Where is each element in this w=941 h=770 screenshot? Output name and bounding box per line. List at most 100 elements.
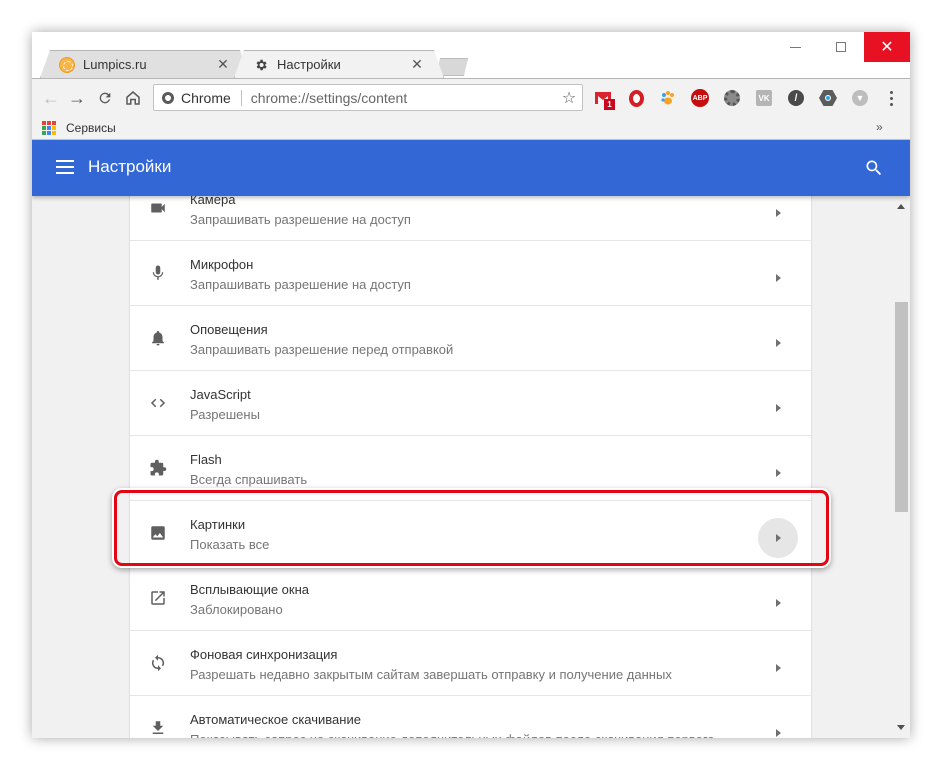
tab-label: Lumpics.ru <box>83 57 147 72</box>
minimize-icon <box>789 46 801 48</box>
setting-subtitle: Показывать запрос на скачивание дополнит… <box>190 732 715 738</box>
title-bar: ✕ Lumpics.ru ✕ Настройки ✕ <box>32 32 910 78</box>
forward-button[interactable]: → <box>66 87 88 109</box>
search-icon <box>866 160 882 176</box>
setting-subtitle: Запрашивать разрешение на доступ <box>190 212 411 227</box>
download-icon <box>148 718 168 738</box>
tab-label: Настройки <box>277 57 341 72</box>
back-button[interactable]: ← <box>40 87 62 109</box>
setting-row-flash[interactable]: Flash Всегда спрашивать <box>130 436 811 501</box>
setting-title: Фоновая синхронизация <box>190 647 338 662</box>
chrome-icon <box>162 91 174 104</box>
setting-subtitle: Всегда спрашивать <box>190 472 308 487</box>
home-button[interactable] <box>122 87 144 109</box>
scrollbar[interactable] <box>893 196 910 738</box>
microphone-icon <box>148 263 168 283</box>
setting-row-popups[interactable]: Всплывающие окна Заблокировано <box>130 566 811 631</box>
cloud-download-icon: ▼ <box>852 90 868 106</box>
site-chip: Chrome <box>181 89 231 106</box>
chevron-right-icon[interactable] <box>758 453 798 493</box>
chevron-right-icon[interactable] <box>758 258 798 298</box>
setting-row-notifications[interactable]: Оповещения Запрашивать разрешение перед о… <box>130 306 811 371</box>
brush-extension-button[interactable]: / <box>787 89 805 107</box>
setting-row-images[interactable]: Картинки Показать все <box>130 501 811 566</box>
video-extension-button[interactable] <box>723 89 741 107</box>
page-title: Настройки <box>88 157 172 176</box>
search-button[interactable] <box>864 158 884 178</box>
scroll-down-arrow-icon[interactable] <box>897 725 905 730</box>
home-icon <box>126 91 140 105</box>
setting-title: Картинки <box>190 517 246 532</box>
setting-row-microphone[interactable]: Микрофон Запрашивать разрешение на доступ <box>130 241 811 306</box>
maximize-button[interactable] <box>818 32 864 62</box>
setting-title: Микрофон <box>190 257 254 272</box>
tab-settings[interactable]: Настройки ✕ <box>234 50 444 78</box>
bell-icon <box>148 328 168 348</box>
brush-icon: / <box>788 90 804 106</box>
arrow-left-icon: ← <box>42 87 60 108</box>
setting-subtitle: Разрешать недавно закрытым сайтам заверш… <box>190 667 672 682</box>
setting-subtitle: Заблокировано <box>190 602 283 617</box>
abp-icon: ABP <box>691 89 709 107</box>
setting-row-auto-downloads[interactable]: Автоматическое скачивание Показывать запр… <box>130 696 811 738</box>
settings-content: Камера Запрашивать разрешение на доступ Ми… <box>32 196 910 738</box>
sync-icon <box>148 653 168 673</box>
paw-icon <box>661 91 674 105</box>
setting-row-background-sync[interactable]: Фоновая синхронизация Разрешать недавно з… <box>130 631 811 696</box>
eye-extension-button[interactable] <box>819 89 837 107</box>
hamburger-menu-icon[interactable] <box>56 160 74 174</box>
browser-toolbar: ← → Chrome chrome://settings/content ☆ 1… <box>32 78 910 118</box>
film-reel-icon <box>724 90 740 106</box>
bookmarks-bar: Сервисы » <box>32 118 910 140</box>
setting-row-camera[interactable]: Камера Запрашивать разрешение на доступ <box>130 196 811 241</box>
cloud-extension-button[interactable]: ▼ <box>851 89 869 107</box>
open-in-new-icon <box>148 588 168 608</box>
chevron-right-icon[interactable] <box>758 583 798 623</box>
chevron-right-icon[interactable] <box>758 713 798 738</box>
vk-icon: VK <box>756 90 772 106</box>
chevron-right-icon[interactable] <box>758 196 798 233</box>
setting-row-javascript[interactable]: JavaScript Разрешены <box>130 371 811 436</box>
chevron-right-icon[interactable] <box>758 518 798 558</box>
bookmarks-overflow-icon[interactable]: » <box>876 120 883 134</box>
setting-subtitle: Запрашивать разрешение перед отправкой <box>190 342 454 357</box>
close-icon: ✕ <box>880 39 894 56</box>
scroll-up-arrow-icon[interactable] <box>897 204 905 209</box>
adblock-plus-button[interactable]: ABP <box>691 89 709 107</box>
content-settings-list: Камера Запрашивать разрешение на доступ Ми… <box>130 196 811 738</box>
minimize-button[interactable] <box>772 32 818 62</box>
tab-lumpics[interactable]: Lumpics.ru ✕ <box>40 50 250 78</box>
url-text[interactable]: chrome://settings/content <box>251 90 558 106</box>
hand-stop-icon <box>628 89 644 107</box>
orange-favicon-icon <box>59 57 75 73</box>
apps-bookmark[interactable]: Сервисы <box>66 121 116 135</box>
setting-title: Камера <box>190 196 236 207</box>
setting-title: Оповещения <box>190 322 268 337</box>
close-window-button[interactable]: ✕ <box>864 32 910 62</box>
settings-header: Настройки <box>32 140 910 196</box>
gmail-extension-button[interactable]: 1 <box>594 89 615 110</box>
setting-subtitle: Показать все <box>190 537 270 552</box>
setting-title: Автоматическое скачивание <box>190 712 361 727</box>
scrollbar-thumb[interactable] <box>895 302 908 512</box>
maximize-icon <box>836 42 846 52</box>
paw-extension-button[interactable] <box>659 89 677 107</box>
chrome-menu-button[interactable] <box>884 87 898 109</box>
divider <box>240 89 242 106</box>
address-bar[interactable]: Chrome chrome://settings/content ☆ <box>153 84 583 111</box>
bookmark-star-icon[interactable]: ☆ <box>558 88 580 108</box>
image-icon <box>148 523 168 543</box>
vk-extension-button[interactable]: VK <box>755 89 773 107</box>
chevron-right-icon[interactable] <box>758 323 798 363</box>
chevron-right-icon[interactable] <box>758 388 798 428</box>
tab-close-icon[interactable]: ✕ <box>407 56 427 73</box>
tab-close-icon[interactable]: ✕ <box>213 56 233 73</box>
setting-title: Flash <box>190 452 222 467</box>
apps-grid-icon[interactable] <box>42 121 56 135</box>
notification-badge: 1 <box>604 99 615 110</box>
eye-icon <box>819 90 837 106</box>
reload-button[interactable] <box>94 87 116 109</box>
chevron-right-icon[interactable] <box>758 648 798 688</box>
setting-title: Всплывающие окна <box>190 582 310 597</box>
adblock-extension-button[interactable] <box>627 89 645 107</box>
